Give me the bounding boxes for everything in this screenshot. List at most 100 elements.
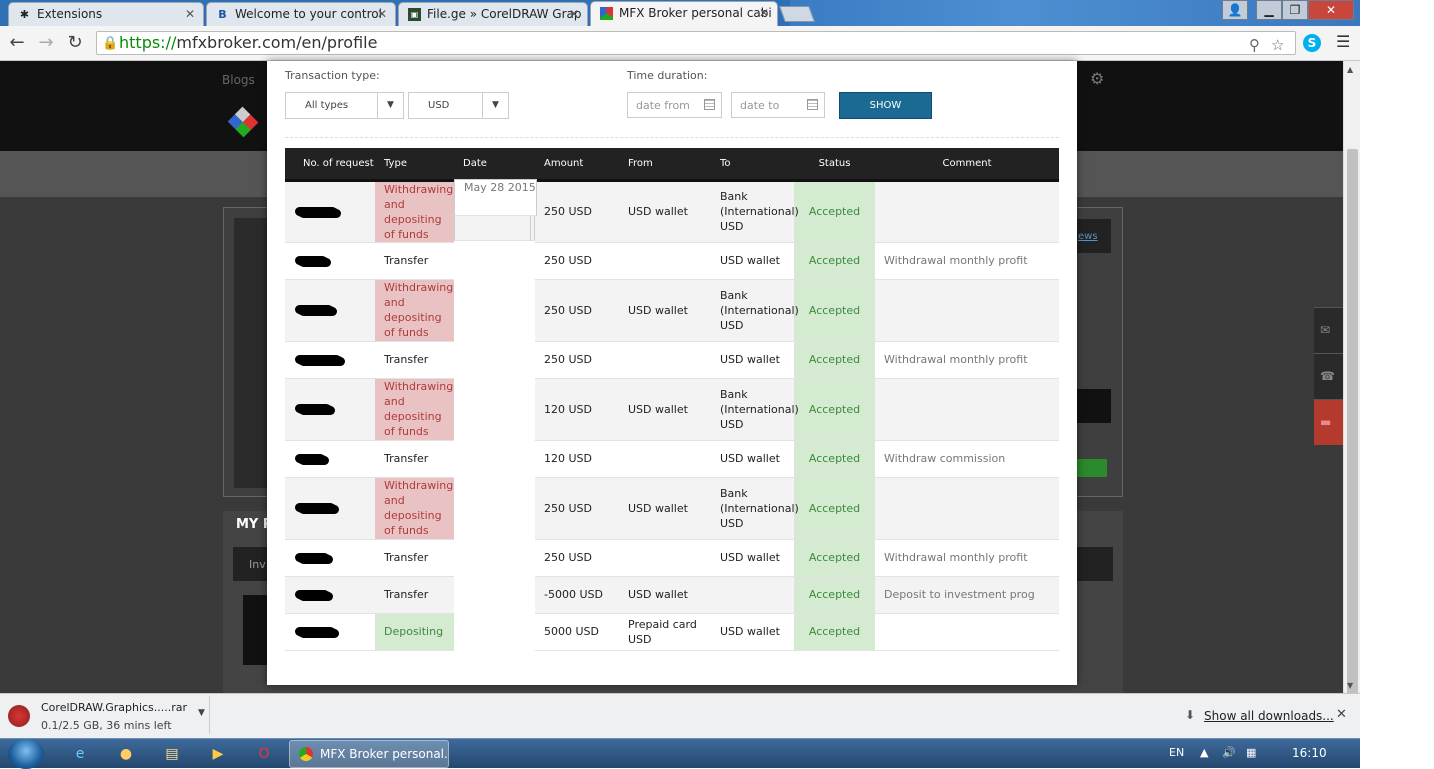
- minimize-button[interactable]: ▁: [1256, 0, 1282, 20]
- language-indicator[interactable]: EN: [1169, 746, 1184, 759]
- tab-mfx-broker[interactable]: MFX Broker personal cabi ✕: [590, 1, 778, 26]
- date-to-input[interactable]: date to: [731, 92, 825, 118]
- currency-select[interactable]: USD ▼: [408, 92, 509, 119]
- tab-close-icon[interactable]: ✕: [569, 7, 579, 21]
- comment-cell: Withdraw commission: [875, 440, 1059, 478]
- show-button[interactable]: SHOW: [839, 92, 932, 119]
- opera-icon[interactable]: O: [254, 744, 274, 764]
- table-row: Depositing May 28 2015 5000 USD Prepaid car…: [285, 179, 1059, 651]
- back-button[interactable]: ←: [5, 31, 29, 55]
- skype-icon[interactable]: S: [1303, 34, 1321, 52]
- panel-block: [1075, 389, 1111, 423]
- tab-close-icon[interactable]: ✕: [759, 6, 769, 20]
- to-cell: Bank (International) USD: [711, 180, 799, 243]
- clock[interactable]: 16:10: [1292, 746, 1327, 760]
- maximize-button[interactable]: ❐: [1282, 0, 1308, 20]
- tab-extensions[interactable]: ✱ Extensions ✕: [8, 2, 204, 26]
- status-cell: Accepted: [794, 279, 875, 342]
- status-cell: Accepted: [794, 378, 875, 441]
- to-cell: Bank (International) USD: [711, 477, 799, 540]
- from-cell: USD wallet: [619, 180, 711, 243]
- amount-cell: 250 USD: [535, 341, 619, 379]
- to-cell: USD wallet: [711, 539, 794, 577]
- reload-button[interactable]: ↻: [63, 31, 87, 55]
- window-close-button[interactable]: ✕: [1308, 0, 1354, 20]
- page-scrollbar[interactable]: ▲ ▼: [1343, 61, 1360, 711]
- tray-expand-icon[interactable]: ▲: [1200, 746, 1208, 759]
- new-tab-button[interactable]: [779, 6, 815, 22]
- chevron-down-icon[interactable]: ▼: [198, 708, 205, 718]
- to-cell: USD wallet: [711, 613, 794, 651]
- redacted-request-number: [297, 207, 339, 217]
- back-arrow-icon: ←: [9, 32, 25, 53]
- request-number-cell: [285, 576, 375, 614]
- side-chat-button[interactable]: ▬: [1314, 399, 1343, 445]
- redacted-request-number: [297, 590, 331, 600]
- column-header: No. of request: [285, 148, 375, 182]
- column-header: Status: [794, 148, 875, 182]
- investments-tab[interactable]: Inv: [249, 558, 266, 571]
- network-icon[interactable]: ▦: [1246, 746, 1256, 759]
- date-from-placeholder: date from: [636, 99, 690, 112]
- tab-filege[interactable]: ▣ File.ge » CorelDRAW Grap ✕: [398, 2, 588, 26]
- reload-icon: ↻: [67, 32, 83, 53]
- scrollbar-thumb[interactable]: [1347, 149, 1358, 711]
- blogs-link[interactable]: Blogs: [222, 73, 255, 87]
- comment-cell: [875, 477, 1059, 540]
- taskbar-chrome-task[interactable]: MFX Broker personal...: [289, 740, 449, 768]
- media-player-icon[interactable]: ●: [116, 744, 136, 764]
- transaction-type-label: Transaction type:: [285, 69, 380, 82]
- forward-button[interactable]: →: [34, 31, 58, 55]
- folder-icon[interactable]: ▤: [162, 744, 182, 764]
- divider: [285, 137, 1059, 138]
- from-cell: [619, 242, 711, 280]
- news-link[interactable]: ews: [1078, 231, 1098, 242]
- download-item[interactable]: CorelDRAW.Graphics.....rar 0.1/2.5 GB, 3…: [0, 696, 210, 734]
- column-header: Comment: [875, 148, 1059, 182]
- redacted-request-number: [297, 553, 331, 563]
- calendar-icon[interactable]: [704, 99, 715, 110]
- type-cell: Withdrawing and depositing of funds: [375, 279, 454, 342]
- news-tab[interactable]: ews: [1075, 219, 1111, 253]
- show-all-downloads-link[interactable]: Show all downloads...: [1204, 709, 1334, 723]
- close-icon[interactable]: ✕: [1336, 707, 1347, 722]
- calendar-icon[interactable]: [807, 99, 818, 110]
- table-row: TransferAug 26 2015250 USDUSD walletAcce…: [285, 179, 1059, 280]
- gear-icon[interactable]: ⚙: [1090, 69, 1104, 88]
- menu-icon[interactable]: ☰: [1336, 32, 1350, 51]
- download-filename: CorelDRAW.Graphics.....rar: [41, 701, 188, 714]
- to-cell: Bank (International) USD: [711, 279, 799, 342]
- to-cell: USD wallet: [711, 440, 794, 478]
- transaction-type-select[interactable]: All types ▼: [285, 92, 404, 119]
- download-status: 0.1/2.5 GB, 36 mins left: [41, 719, 172, 732]
- tab-close-icon[interactable]: ✕: [185, 7, 195, 21]
- internet-explorer-icon[interactable]: e: [70, 744, 90, 764]
- amount-cell: -5000 USD: [535, 576, 619, 614]
- task-title: MFX Broker personal...: [320, 747, 449, 761]
- redacted-request-number: [297, 306, 335, 315]
- video-player-icon[interactable]: ▶: [208, 744, 228, 764]
- user-profile-button[interactable]: 👤: [1222, 0, 1248, 20]
- scroll-up-icon[interactable]: ▲: [1347, 65, 1353, 74]
- tab-close-icon[interactable]: ✕: [377, 7, 387, 21]
- redacted-request-number: [297, 504, 337, 513]
- request-number-cell: [285, 341, 375, 379]
- side-mail-button[interactable]: ✉: [1314, 307, 1343, 353]
- transactions-body: Withdrawing and depositing of fundsAug 2…: [285, 179, 1059, 651]
- table-row: TransferMay 28 2015-5000 USDUSD walletAc…: [285, 179, 1059, 614]
- address-bar[interactable]: 🔒 https://mfxbroker.com/en/profile ⚲ ☆: [96, 31, 1296, 55]
- date-from-input[interactable]: date from: [627, 92, 722, 118]
- search-icon[interactable]: ⚲: [1249, 34, 1260, 56]
- scroll-down-icon[interactable]: ▼: [1347, 681, 1353, 690]
- start-button[interactable]: [8, 739, 44, 769]
- comment-cell: Withdrawal monthly profit: [875, 242, 1059, 280]
- currency-value: USD: [428, 100, 450, 111]
- windows-taskbar: e ● ▤ ▶ O MFX Broker personal... EN ▲ 🔊 …: [0, 738, 1360, 769]
- tab-title: MFX Broker personal cabi: [619, 6, 772, 20]
- star-icon[interactable]: ☆: [1271, 34, 1284, 56]
- type-cell: Transfer: [375, 440, 454, 478]
- request-number-cell: [285, 477, 375, 540]
- side-phone-button[interactable]: ☎: [1314, 353, 1343, 399]
- volume-icon[interactable]: 🔊: [1222, 746, 1236, 759]
- tab-welcome[interactable]: B Welcome to your control ✕: [206, 2, 396, 26]
